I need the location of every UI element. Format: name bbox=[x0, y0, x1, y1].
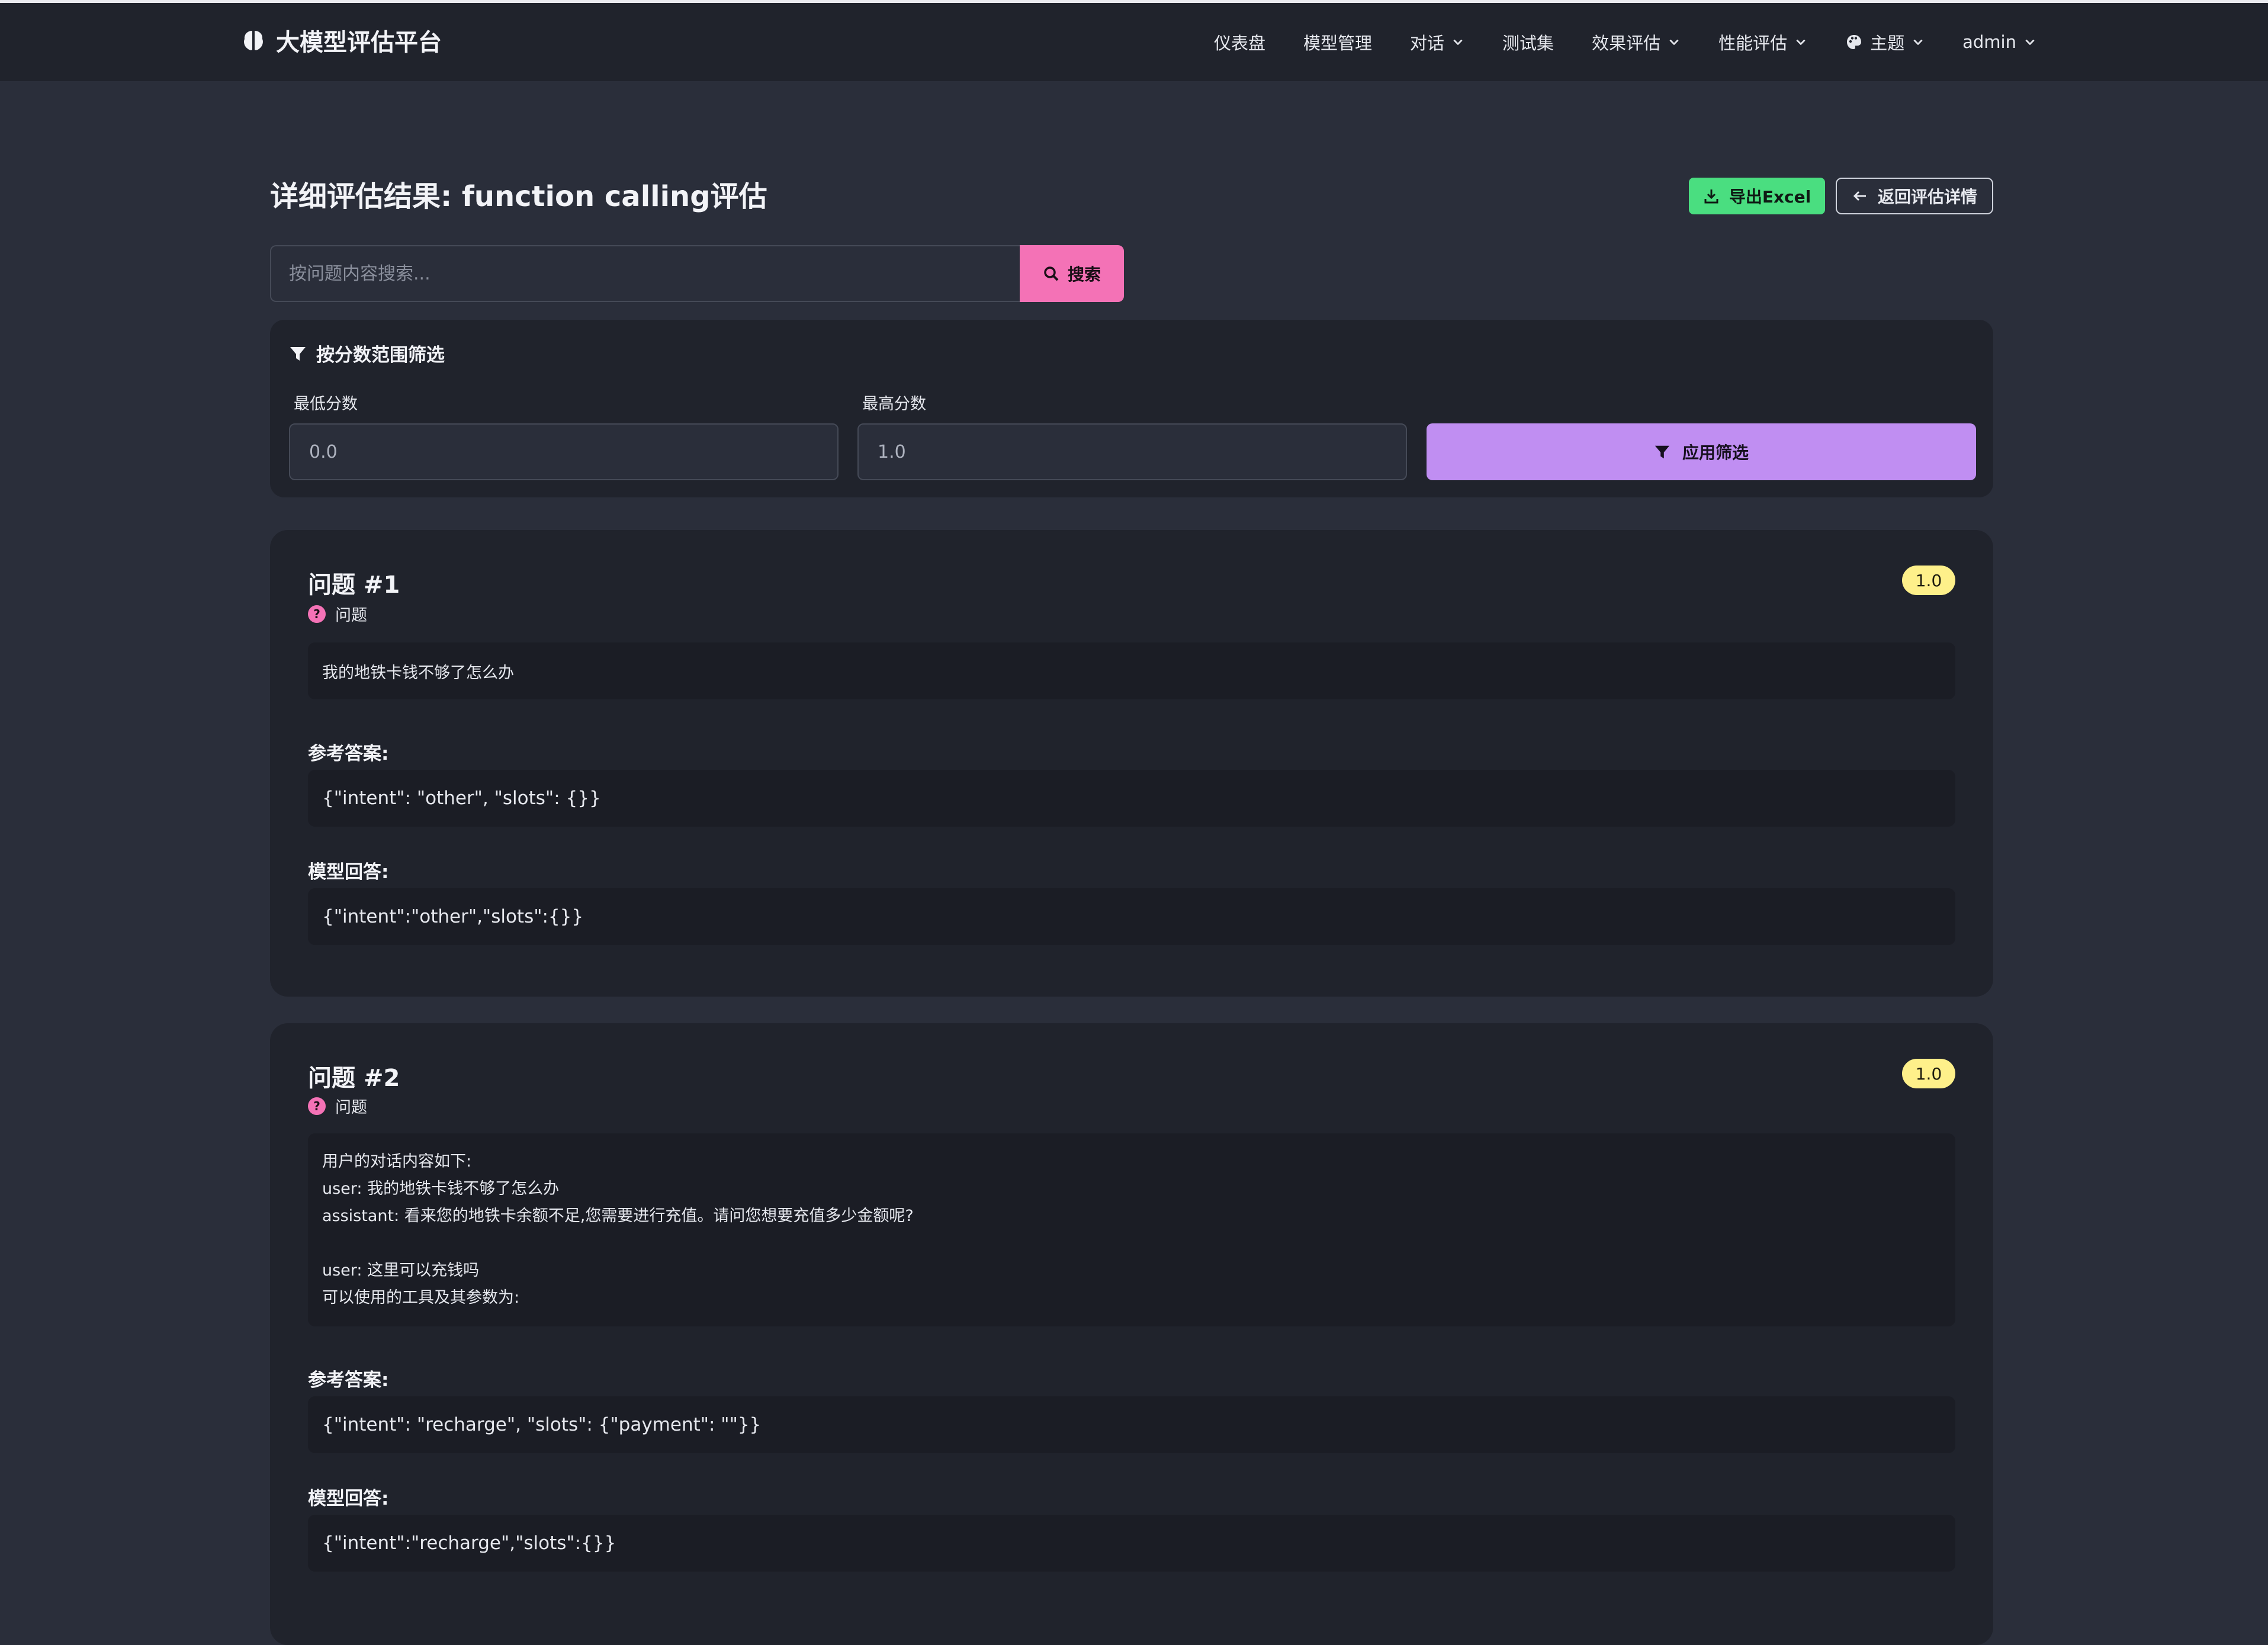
search-input[interactable] bbox=[270, 245, 1020, 302]
back-label: 返回评估详情 bbox=[1877, 187, 1977, 207]
question-tag: ? 问题 bbox=[308, 602, 367, 625]
nav-menu: 仪表盘 模型管理 对话 测试集 效果评估 性能评估 主题 admin bbox=[1214, 3, 2036, 81]
chevron-down-icon bbox=[1453, 39, 1463, 46]
min-score-input[interactable] bbox=[289, 423, 839, 480]
nav-test-sets-label: 测试集 bbox=[1502, 33, 1554, 53]
main-content: 详细评估结果: function calling评估 导出Excel 返回评估详… bbox=[270, 148, 1993, 1645]
question-line: 用户的对话内容如下: bbox=[322, 1152, 472, 1171]
question-mark-icon: ? bbox=[308, 605, 326, 623]
top-navbar: 大模型评估平台 仪表盘 模型管理 对话 测试集 效果评估 性能评估 主题 adm… bbox=[0, 3, 2268, 81]
nav-theme-label: 主题 bbox=[1870, 33, 1905, 53]
chevron-down-icon bbox=[1669, 39, 1679, 46]
nav-user-label: admin bbox=[1962, 32, 2016, 52]
question-content: 用户的对话内容如下: user: 我的地铁卡钱不够了怎么办 assistant:… bbox=[308, 1133, 1955, 1326]
nav-test-sets[interactable]: 测试集 bbox=[1502, 30, 1554, 54]
apply-filter-label: 应用筛选 bbox=[1682, 443, 1749, 462]
nav-theme[interactable]: 主题 bbox=[1845, 30, 1925, 54]
question-line: user: 这里可以充钱吗 bbox=[322, 1261, 480, 1280]
nav-effect-evaluation-label: 效果评估 bbox=[1592, 33, 1661, 53]
question-line: assistant: 看来您的地铁卡余额不足,您需要进行充值。请问您想要充值多少… bbox=[322, 1207, 914, 1225]
filter-title: 按分数范围筛选 bbox=[289, 340, 445, 367]
nav-model-management-label: 模型管理 bbox=[1303, 33, 1373, 53]
question-tag-label: 问题 bbox=[335, 606, 367, 625]
min-score-label: 最低分数 bbox=[294, 395, 358, 413]
question-card: 问题 #1 1.0 ? 问题 我的地铁卡钱不够了怎么办 参考答案: {"inte… bbox=[270, 530, 1993, 997]
reference-answer-text: {"intent": "recharge", "slots": {"paymen… bbox=[322, 1414, 762, 1435]
nav-effect-evaluation[interactable]: 效果评估 bbox=[1592, 30, 1681, 54]
app-title: 大模型评估平台 bbox=[276, 29, 442, 56]
brain-icon bbox=[244, 31, 263, 50]
question-mark-icon: ? bbox=[308, 1097, 326, 1115]
question-card: 问题 #2 1.0 ? 问题 用户的对话内容如下: user: 我的地铁卡钱不够… bbox=[270, 1023, 1993, 1645]
back-to-evaluation-button[interactable]: 返回评估详情 bbox=[1836, 178, 1993, 214]
page-header: 详细评估结果: function calling评估 导出Excel 返回评估详… bbox=[270, 148, 1993, 214]
score-badge: 1.0 bbox=[1902, 566, 1955, 595]
question-line: 可以使用的工具及其参数为: bbox=[322, 1289, 520, 1307]
reference-answer-text: {"intent": "other", "slots": {}} bbox=[322, 788, 601, 809]
nav-model-management[interactable]: 模型管理 bbox=[1303, 30, 1372, 54]
model-answer-label: 模型回答: bbox=[308, 862, 389, 883]
question-tag: ? 问题 bbox=[308, 1094, 367, 1117]
search-button[interactable]: 搜索 bbox=[1020, 245, 1124, 302]
model-answer-label: 模型回答: bbox=[308, 1488, 389, 1509]
question-text: 我的地铁卡钱不够了怎么办 bbox=[322, 663, 514, 682]
question-title: 问题 #1 bbox=[308, 571, 400, 599]
score-badge: 1.0 bbox=[1902, 1059, 1955, 1088]
max-score-label: 最高分数 bbox=[862, 395, 926, 413]
reference-answer-label: 参考答案: bbox=[308, 743, 389, 764]
page-title: 详细评估结果: function calling评估 bbox=[270, 180, 767, 213]
model-answer-text: {"intent":"other","slots":{}} bbox=[322, 906, 584, 927]
nav-user-admin[interactable]: admin bbox=[1962, 32, 2036, 52]
chevron-down-icon bbox=[1913, 39, 1923, 46]
export-excel-label: 导出Excel bbox=[1729, 187, 1811, 207]
model-answer-text: {"intent":"recharge","slots":{}} bbox=[322, 1532, 616, 1554]
nav-performance-evaluation-label: 性能评估 bbox=[1718, 33, 1788, 53]
apply-filter-button[interactable]: 应用筛选 bbox=[1427, 423, 1976, 480]
question-line: user: 我的地铁卡钱不够了怎么办 bbox=[322, 1180, 560, 1198]
export-excel-button[interactable]: 导出Excel bbox=[1689, 178, 1825, 214]
max-score-input[interactable] bbox=[857, 423, 1407, 480]
arrow-left-icon bbox=[1853, 191, 1866, 201]
model-answer: {"intent":"recharge","slots":{}} bbox=[308, 1515, 1955, 1572]
search-button-label: 搜索 bbox=[1067, 265, 1101, 284]
nav-performance-evaluation[interactable]: 性能评估 bbox=[1718, 30, 1807, 54]
reference-answer: {"intent": "other", "slots": {}} bbox=[308, 770, 1955, 827]
question-content: 我的地铁卡钱不够了怎么办 bbox=[308, 642, 1955, 699]
search-bar: 搜索 bbox=[270, 245, 1124, 302]
filter-icon bbox=[1655, 445, 1670, 459]
chevron-down-icon bbox=[2025, 39, 2035, 46]
search-icon bbox=[1044, 266, 1059, 281]
score-filter-card: 按分数范围筛选 最低分数 最高分数 应用筛选 bbox=[270, 320, 1993, 497]
nav-chat[interactable]: 对话 bbox=[1410, 30, 1464, 54]
question-title: 问题 #2 bbox=[308, 1065, 400, 1092]
nav-chat-label: 对话 bbox=[1410, 33, 1445, 53]
filter-title-label: 按分数范围筛选 bbox=[316, 345, 445, 366]
download-icon bbox=[1704, 189, 1718, 204]
nav-dashboard-label: 仪表盘 bbox=[1214, 33, 1266, 53]
nav-dashboard[interactable]: 仪表盘 bbox=[1214, 30, 1265, 54]
chevron-down-icon bbox=[1796, 39, 1806, 46]
reference-answer-label: 参考答案: bbox=[308, 1370, 389, 1391]
brand[interactable]: 大模型评估平台 bbox=[242, 23, 442, 57]
palette-icon bbox=[1847, 35, 1862, 49]
filter-icon bbox=[290, 346, 306, 361]
reference-answer: {"intent": "recharge", "slots": {"paymen… bbox=[308, 1396, 1955, 1453]
question-tag-label: 问题 bbox=[335, 1098, 367, 1117]
model-answer: {"intent":"other","slots":{}} bbox=[308, 888, 1955, 945]
